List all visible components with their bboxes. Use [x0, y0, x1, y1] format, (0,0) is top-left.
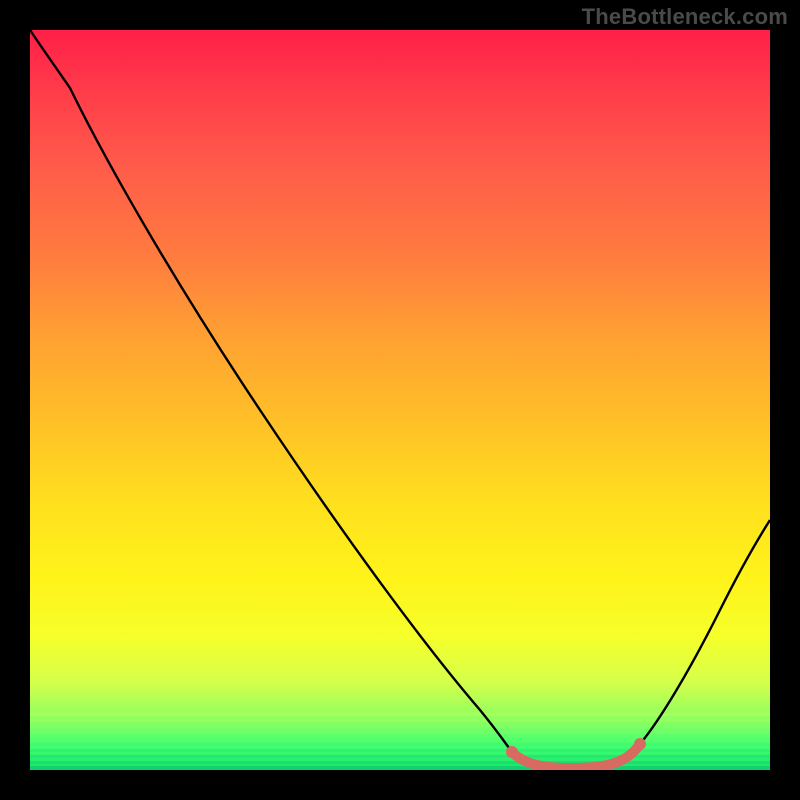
highlight-start-dot [506, 746, 518, 758]
highlight-segment [512, 744, 640, 768]
plot-area [30, 30, 770, 770]
highlight-end-dot [634, 738, 646, 750]
watermark-text: TheBottleneck.com [582, 4, 788, 30]
bottleneck-curve-right [640, 520, 770, 744]
bottleneck-curve-left [30, 30, 512, 752]
curve-svg [30, 30, 770, 770]
chart-frame: TheBottleneck.com [0, 0, 800, 800]
